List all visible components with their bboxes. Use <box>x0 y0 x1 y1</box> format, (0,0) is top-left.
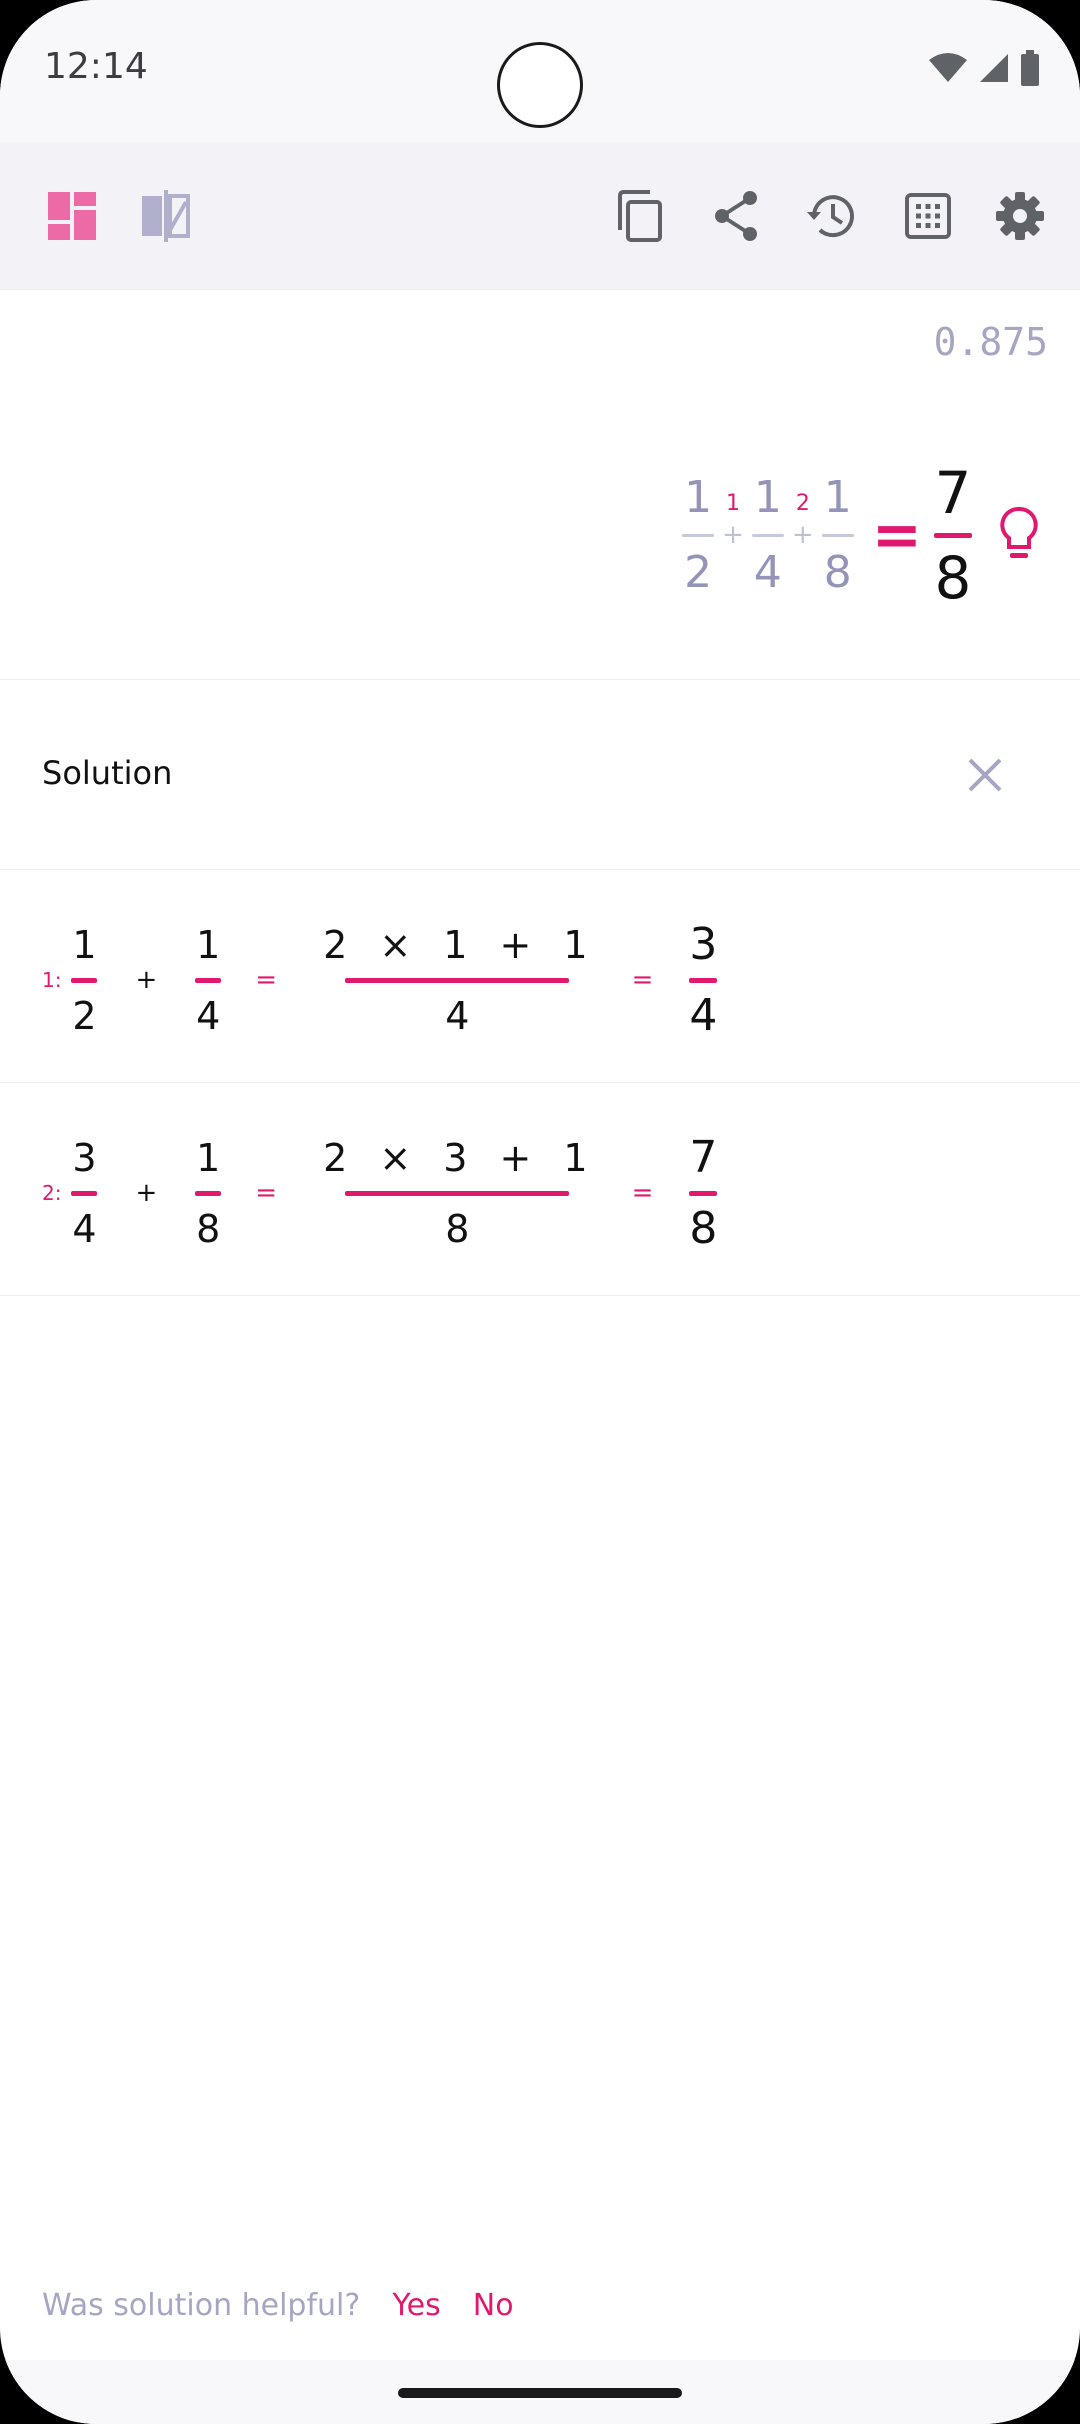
navigation-bar <box>0 2360 1080 2424</box>
numerator: 1 <box>196 1135 221 1180</box>
step-result-fraction: 3 4 <box>689 918 718 1043</box>
equals-sign: = <box>631 965 654 995</box>
plus-sign: + <box>135 1178 158 1208</box>
numerator: 1 <box>72 922 97 967</box>
home-gesture-handle[interactable] <box>398 2388 682 2398</box>
phone-screen: 12:14 0.875 1 2 1 + 1 4 2 + 1 8 = 7 8 So… <box>0 0 1080 2424</box>
calculation-denominator: 8 <box>445 1206 470 1251</box>
result-numerator: 7 <box>689 1131 718 1183</box>
denominator: 2 <box>72 993 97 1038</box>
result-fraction: 7 8 <box>934 457 972 614</box>
fraction-bar <box>195 977 222 983</box>
equals-sign: = <box>255 1178 278 1208</box>
calculation-denominator: 4 <box>445 993 470 1038</box>
top-toolbar <box>0 142 1080 290</box>
equals-sign: = <box>871 500 922 570</box>
fraction-bar <box>71 977 98 983</box>
status-time: 12:14 <box>44 46 148 87</box>
status-bar: 12:14 <box>0 0 1080 142</box>
step-equation: 2: 3 4 + 1 8 = 2 × 3 + 1 8 = 7 8 <box>42 1123 718 1263</box>
copy-icon[interactable] <box>608 184 672 248</box>
step-fraction: 1 4 <box>195 920 222 1041</box>
calculation-numerator: 2 × 1 + 1 <box>323 922 592 967</box>
numerator: 1 <box>823 471 852 523</box>
lightbulb-icon[interactable] <box>998 505 1040 565</box>
fraction-bar <box>751 533 784 537</box>
fraction-expression[interactable]: 1 2 1 + 1 4 2 + 1 8 = 7 8 <box>682 459 1040 612</box>
operator: 2 + <box>792 489 814 581</box>
denominator: 8 <box>823 546 852 598</box>
denominator: 8 <box>196 1206 221 1251</box>
denominator: 4 <box>196 993 221 1038</box>
numerator: 3 <box>72 1135 97 1180</box>
term-fraction: 1 8 <box>821 468 854 603</box>
layout-icon[interactable] <box>40 184 104 248</box>
status-icons <box>928 50 1040 86</box>
numerator: 1 <box>196 922 221 967</box>
fraction-bar <box>682 533 715 537</box>
calculation-fraction: 2 × 1 + 1 4 <box>323 920 592 1041</box>
fraction-bar <box>821 533 854 537</box>
plus-sign: + <box>791 520 814 550</box>
solution-header: Solution <box>0 680 1080 870</box>
plus-sign: + <box>722 520 744 550</box>
result-numerator: 3 <box>689 918 718 970</box>
fraction-bar <box>934 532 972 538</box>
decimal-result: 0.875 <box>933 320 1048 364</box>
plus-sign: + <box>135 965 158 995</box>
numerator: 1 <box>753 471 782 523</box>
fraction-bar <box>195 1190 222 1196</box>
calculator-display: 0.875 1 2 1 + 1 4 2 + 1 8 = 7 8 <box>0 290 1080 680</box>
equals-sign: = <box>255 965 278 995</box>
operator-index: 2 <box>795 491 810 516</box>
fraction-bar <box>71 1190 98 1196</box>
fraction-bar <box>689 977 718 983</box>
solution-step-2: 2: 3 4 + 1 8 = 2 × 3 + 1 8 = 7 8 <box>0 1083 1080 1296</box>
denominator: 4 <box>72 1206 97 1251</box>
split-screen-icon[interactable] <box>134 184 198 248</box>
step-fraction: 1 2 <box>71 920 98 1041</box>
term-fraction: 1 4 <box>751 468 784 603</box>
feedback-no-button[interactable]: No <box>473 2288 514 2323</box>
solution-title: Solution <box>42 754 173 792</box>
step-fraction: 3 4 <box>71 1133 98 1254</box>
feedback-yes-button[interactable]: Yes <box>392 2288 440 2323</box>
calculation-numerator: 2 × 3 + 1 <box>323 1135 592 1180</box>
settings-icon[interactable] <box>988 184 1052 248</box>
camera-cutout <box>497 42 583 128</box>
close-icon[interactable] <box>960 750 1010 800</box>
operator-index: 1 <box>726 491 741 516</box>
battery-icon <box>1021 50 1039 86</box>
operator: 1 + <box>722 489 744 581</box>
fraction-bar <box>345 977 570 983</box>
denominator: 4 <box>753 546 782 598</box>
keypad-icon[interactable] <box>896 184 960 248</box>
step-index: 2: <box>42 1181 62 1205</box>
step-result-fraction: 7 8 <box>689 1131 718 1256</box>
equals-sign: = <box>631 1178 654 1208</box>
result-numerator: 7 <box>934 458 972 527</box>
fraction-bar <box>345 1190 570 1196</box>
step-fraction: 1 8 <box>195 1133 222 1254</box>
denominator: 2 <box>684 546 713 598</box>
wifi-icon <box>929 53 967 82</box>
feedback-bar: Was solution helpful? Yes No <box>42 2288 514 2323</box>
result-denominator: 8 <box>934 543 972 612</box>
signal-icon <box>980 54 1008 82</box>
share-icon[interactable] <box>704 184 768 248</box>
feedback-question: Was solution helpful? <box>42 2288 361 2323</box>
calculation-fraction: 2 × 3 + 1 8 <box>323 1133 592 1254</box>
step-equation: 1: 1 2 + 1 4 = 2 × 1 + 1 4 = 3 4 <box>42 910 718 1050</box>
step-index: 1: <box>42 968 62 992</box>
solution-step-1: 1: 1 2 + 1 4 = 2 × 1 + 1 4 = 3 4 <box>0 870 1080 1083</box>
term-fraction: 1 2 <box>682 468 715 603</box>
history-icon[interactable] <box>800 184 864 248</box>
result-denominator: 4 <box>689 989 718 1041</box>
fraction-bar <box>689 1190 718 1196</box>
numerator: 1 <box>684 471 713 523</box>
result-denominator: 8 <box>689 1202 718 1254</box>
